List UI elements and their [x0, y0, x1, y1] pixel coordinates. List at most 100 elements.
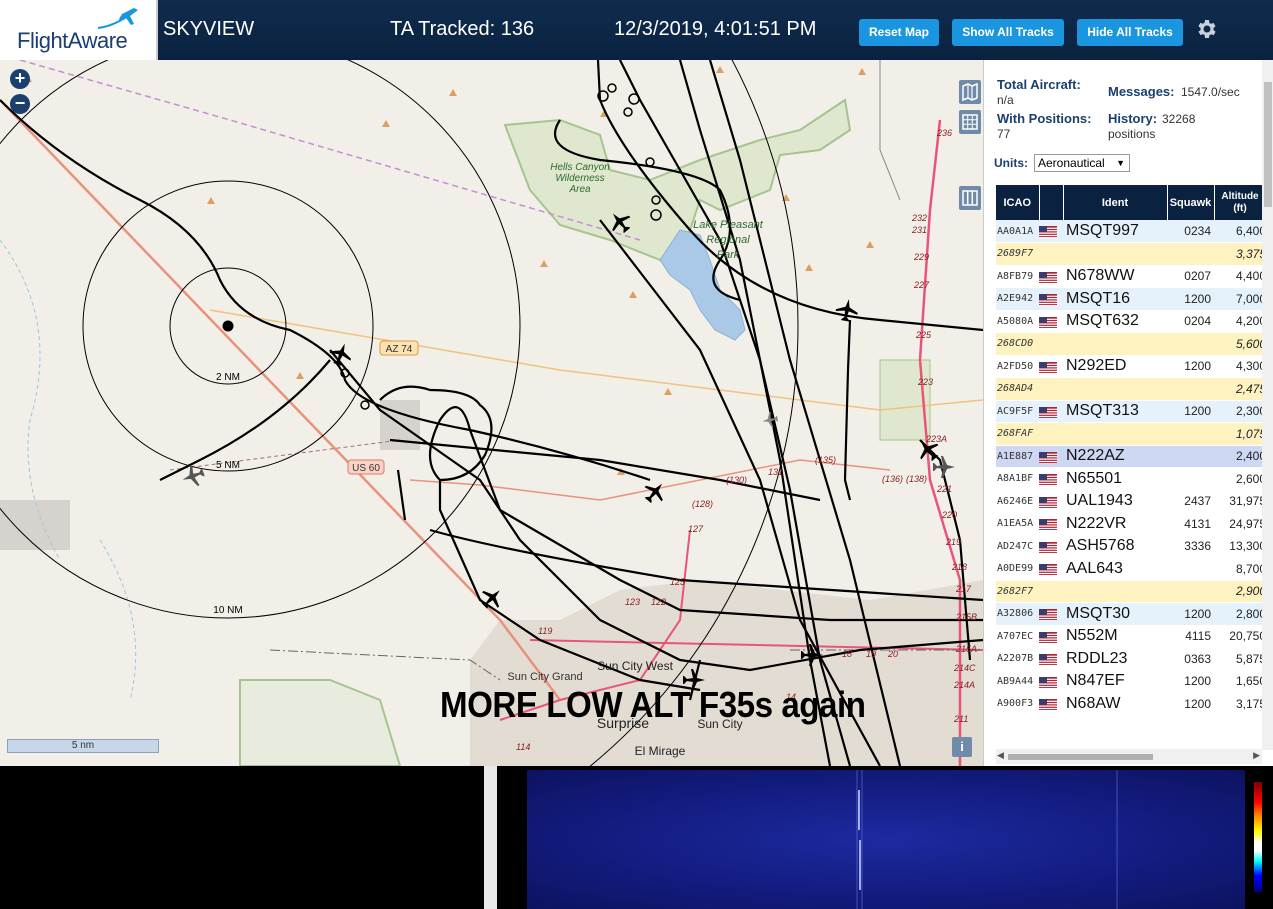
table-row[interactable]: AA0A1A MSQT997 0234 6,400: [996, 220, 1266, 243]
row-altitude: 8,700: [1214, 557, 1266, 581]
row-icao: A2E942: [996, 287, 1039, 311]
table-row[interactable]: A900F3 N68AW 1200 3,175: [996, 692, 1266, 716]
us-flag-icon: [1039, 609, 1057, 621]
row-flag: [1039, 377, 1063, 401]
messages-value: 1547.0/sec: [1181, 85, 1240, 99]
table-row[interactable]: A2FD50 N292ED 1200 4,300: [996, 355, 1266, 378]
row-ident: N678WW: [1063, 265, 1167, 288]
table-row[interactable]: A1E887 N222AZ 2,400: [996, 445, 1266, 468]
col-ident[interactable]: Ident: [1063, 185, 1168, 220]
row-squawk: 4115: [1167, 625, 1214, 648]
table-row[interactable]: A8A1BF N65501 2,600: [996, 467, 1266, 491]
table-row[interactable]: AD247C ASH5768 3336 13,300: [996, 535, 1266, 558]
row-squawk: 0204: [1167, 310, 1214, 333]
svg-text:220: 220: [941, 510, 957, 520]
svg-text:Area: Area: [568, 184, 591, 195]
history-unit: positions: [1108, 127, 1156, 141]
show-all-tracks-button[interactable]: Show All Tracks: [952, 19, 1064, 46]
table-row[interactable]: AB9A44 N847EF 1200 1,650: [996, 670, 1266, 693]
svg-text:236: 236: [936, 128, 952, 138]
table-row[interactable]: A0DE99 AAL643 8,700: [996, 557, 1266, 581]
svg-text:127: 127: [688, 524, 704, 534]
row-squawk: [1167, 377, 1214, 401]
aircraft-table: ICAO Ident Squawk Altitude (ft) AA0A1A MS…: [996, 185, 1267, 716]
table-row[interactable]: A32806 MSQT30 1200 2,800: [996, 602, 1266, 626]
row-ident: N292ED: [1063, 355, 1167, 378]
svg-text:119: 119: [538, 626, 552, 636]
table-row[interactable]: A8FB79 N678WW 0207 4,400: [996, 265, 1266, 288]
row-altitude: 3,375: [1214, 242, 1266, 266]
chevron-down-icon: ▼: [1116, 158, 1125, 168]
flightaware-logo[interactable]: FlightAware: [0, 0, 158, 60]
table-row[interactable]: A1EA5A N222VR 4131 24,975: [996, 512, 1266, 536]
col-altitude[interactable]: Altitude (ft): [1214, 185, 1267, 220]
zoom-out-button[interactable]: −: [10, 94, 30, 114]
scrollbar-thumb[interactable]: [1008, 754, 1153, 760]
row-icao: 268AD4: [996, 377, 1039, 401]
svg-text:AZ 74: AZ 74: [386, 344, 413, 355]
row-icao: 268FAF: [996, 422, 1039, 446]
col-flag[interactable]: [1039, 185, 1064, 220]
svg-text:2 NM: 2 NM: [216, 372, 240, 383]
us-flag-icon: [1039, 631, 1057, 643]
row-altitude: 2,900: [1214, 580, 1266, 603]
row-ident: N222AZ: [1063, 445, 1167, 468]
zoom-in-button[interactable]: +: [10, 69, 30, 89]
panel-divider: [484, 766, 497, 909]
table-row[interactable]: 268FAF 1,075: [996, 422, 1266, 446]
reset-map-button[interactable]: Reset Map: [859, 19, 939, 46]
hide-all-tracks-button[interactable]: Hide All Tracks: [1077, 19, 1183, 46]
info-icon[interactable]: i: [952, 737, 972, 757]
map-canvas[interactable]: Hells Canyon Wilderness Area Lake Pleasa…: [0, 60, 983, 766]
row-icao: A2FD50: [996, 355, 1039, 378]
table-row[interactable]: 2689F7 3,375: [996, 242, 1266, 266]
us-flag-icon: [1039, 496, 1057, 508]
scroll-right-icon[interactable]: ▶: [1253, 750, 1260, 761]
svg-text:218: 218: [951, 562, 967, 572]
table-row[interactable]: A2E942 MSQT16 1200 7,000: [996, 287, 1266, 311]
flight-map[interactable]: Hells Canyon Wilderness Area Lake Pleasa…: [0, 60, 983, 766]
table-row[interactable]: 268AD4 2,475: [996, 377, 1266, 401]
row-ident: MSQT313: [1063, 400, 1167, 423]
row-squawk: 1200: [1167, 692, 1214, 716]
table-scrollbar-horizontal[interactable]: ◀ ▶: [996, 749, 1262, 764]
row-squawk: [1167, 445, 1214, 468]
total-aircraft-value: n/a: [997, 93, 1014, 107]
gear-icon[interactable]: [1194, 17, 1218, 41]
table-row[interactable]: A5080A MSQT632 0204 4,200: [996, 310, 1266, 333]
columns-icon[interactable]: [959, 186, 981, 210]
row-altitude: 7,000: [1214, 287, 1266, 311]
row-altitude: 4,200: [1214, 310, 1266, 333]
scroll-left-icon[interactable]: ◀: [997, 750, 1004, 761]
us-flag-icon: [1039, 474, 1057, 486]
us-flag-icon: [1039, 271, 1057, 283]
row-icao: A6246E: [996, 490, 1039, 513]
row-squawk: 3336: [1167, 535, 1214, 558]
table-row[interactable]: A6246E UAL1943 2437 31,975: [996, 490, 1266, 513]
table-row[interactable]: AC9F5F MSQT313 1200 2,300: [996, 400, 1266, 423]
row-flag: [1039, 265, 1063, 288]
row-altitude: 1,650: [1214, 670, 1266, 693]
with-positions-label: With Positions:: [997, 111, 1092, 126]
row-icao: AB9A44: [996, 670, 1039, 693]
units-select[interactable]: Aeronautical ▼: [1034, 154, 1130, 172]
table-row[interactable]: A2207B RDDL23 0363 5,875: [996, 647, 1266, 671]
table-row[interactable]: 2682F7 2,900: [996, 580, 1266, 603]
datetime: 12/3/2019, 4:01:51 PM: [614, 18, 817, 40]
row-squawk: 4131: [1167, 512, 1214, 536]
row-flag: [1039, 512, 1063, 536]
map-layers-icon[interactable]: [959, 80, 981, 104]
row-icao: AA0A1A: [996, 220, 1039, 243]
row-altitude: 3,175: [1214, 692, 1266, 716]
row-flag: [1039, 467, 1063, 491]
us-flag-icon: [1039, 294, 1057, 306]
with-positions-value: 77: [997, 127, 1011, 141]
col-squawk[interactable]: Squawk: [1167, 185, 1215, 220]
col-icao[interactable]: ICAO: [996, 185, 1040, 220]
row-flag: [1039, 422, 1063, 446]
table-row[interactable]: 268CD0 5,600: [996, 332, 1266, 356]
scrollbar-thumb[interactable]: [1264, 82, 1272, 207]
svg-text:219: 219: [945, 537, 961, 547]
table-row[interactable]: A707EC N552M 4115 20,750: [996, 625, 1266, 648]
grid-icon[interactable]: [959, 110, 981, 134]
